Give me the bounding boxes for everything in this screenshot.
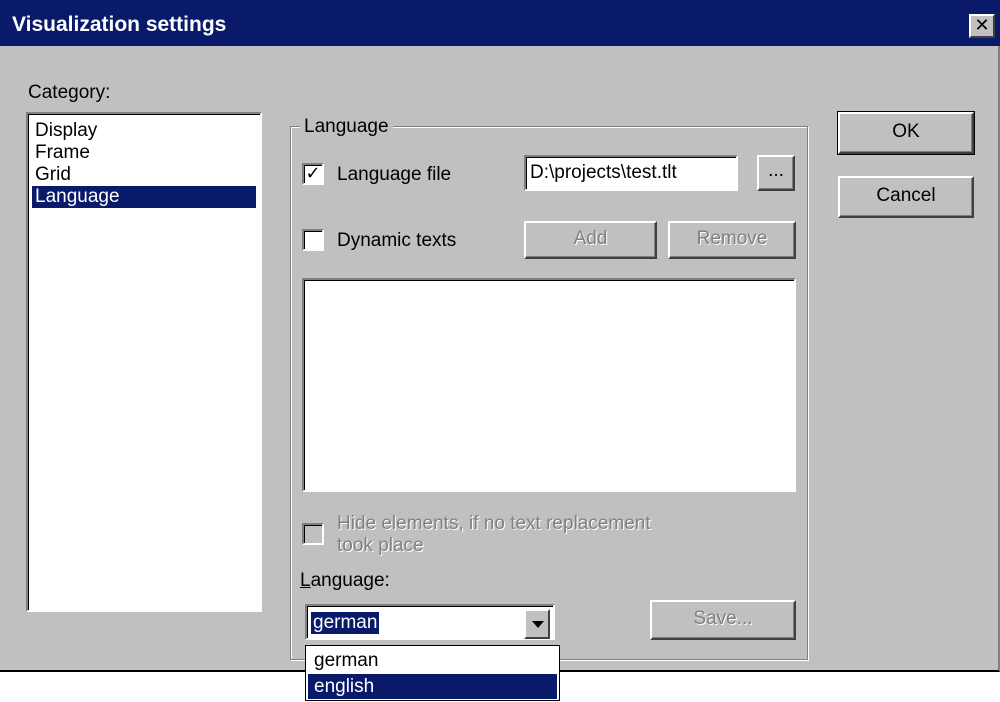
save-button[interactable]: Save... (650, 600, 796, 640)
cancel-button[interactable]: Cancel (838, 176, 974, 218)
dynamic-texts-list[interactable] (302, 278, 796, 492)
hide-elements-label-line2: took place (337, 535, 424, 556)
language-label-rest: anguage: (310, 570, 390, 591)
dropdown-option-german[interactable]: german (308, 648, 557, 673)
add-button[interactable]: Add (524, 221, 657, 259)
hide-elements-label-line1: Hide elements, if no text replacement (337, 513, 651, 534)
cancel-button-label: Cancel (876, 185, 936, 206)
chevron-down-icon[interactable] (524, 609, 550, 639)
add-button-label: Add (573, 228, 608, 249)
language-file-label: Language file (337, 164, 452, 185)
language-label-accelerator: L (300, 570, 311, 591)
ok-button-label: OK (892, 121, 920, 142)
category-item-display[interactable]: Display (32, 120, 256, 142)
remove-button[interactable]: Remove (668, 221, 796, 259)
visualization-settings-dialog: Visualization settings ✕ Category: Displ… (0, 0, 1000, 672)
language-file-path-value: D:\projects\test.tlt (530, 162, 677, 183)
language-group-title: Language (300, 116, 393, 138)
dropdown-option-english[interactable]: english (308, 674, 557, 699)
language-dropdown-list[interactable]: german english (305, 645, 560, 701)
language-combobox[interactable]: german (305, 604, 555, 640)
checkmark-icon: ✓ (305, 163, 321, 183)
browse-button[interactable]: ... (757, 155, 795, 191)
category-item-language[interactable]: Language (32, 186, 256, 208)
language-combobox-value: german (311, 612, 380, 634)
category-item-frame[interactable]: Frame (32, 142, 256, 164)
category-list[interactable]: Display Frame Grid Language (26, 112, 262, 612)
hide-elements-checkbox[interactable] (302, 523, 324, 545)
category-label: Category: (28, 82, 111, 103)
ok-button[interactable]: OK (837, 111, 975, 155)
window-title: Visualization settings (12, 13, 227, 36)
category-item-grid[interactable]: Grid (32, 164, 256, 186)
browse-button-label: ... (768, 160, 784, 181)
language-file-checkbox[interactable]: ✓ (302, 163, 324, 185)
close-button[interactable]: ✕ (969, 14, 995, 38)
dynamic-texts-label: Dynamic texts (337, 230, 457, 251)
remove-button-label: Remove (696, 228, 768, 249)
hide-elements-label: Hide elements, if no text replacement to… (337, 513, 651, 557)
close-icon: ✕ (974, 15, 990, 35)
dynamic-texts-checkbox[interactable] (302, 229, 324, 251)
language-file-path-input[interactable]: D:\projects\test.tlt (524, 155, 738, 191)
language-label: Language: (300, 570, 390, 592)
save-button-label: Save... (693, 608, 753, 629)
title-bar[interactable]: Visualization settings ✕ (0, 0, 1000, 46)
